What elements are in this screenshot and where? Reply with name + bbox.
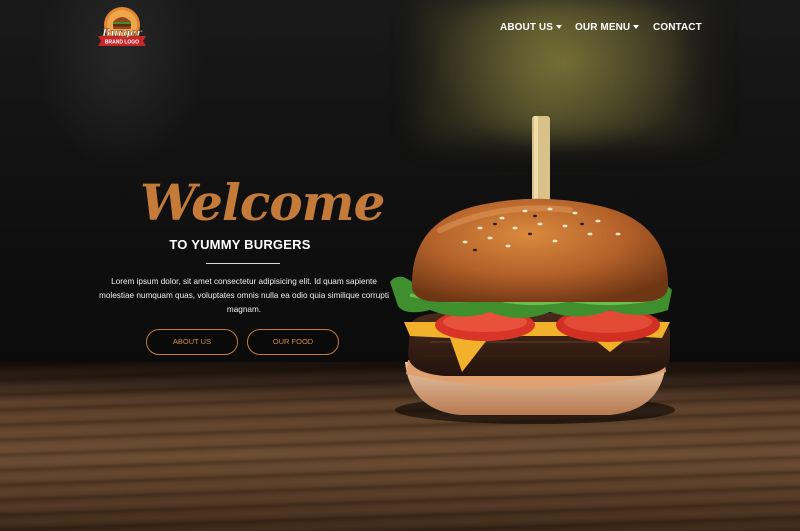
- nav-our-menu[interactable]: OUR MENU: [575, 21, 640, 35]
- chevron-down-icon: [633, 25, 640, 30]
- nav-about-us-label: ABOUT US: [500, 22, 554, 33]
- nav-contact[interactable]: CONTACT: [653, 21, 702, 35]
- nav-our-menu-label: OUR MENU: [575, 22, 631, 33]
- burger-image: [390, 116, 675, 424]
- nav-about-us[interactable]: ABOUT US: [500, 21, 563, 35]
- hero-subtitle: TO YUMMY BURGERS: [169, 237, 311, 252]
- brand-logo[interactable]: BRAND LOGO Burger: [96, 6, 148, 50]
- our-food-button[interactable]: OUR FOOD: [247, 329, 339, 355]
- hero-body-text: Lorem ipsum dolor, sit amet consectetur …: [99, 277, 389, 314]
- hero-divider: [206, 263, 280, 264]
- logo-text: Burger: [101, 28, 142, 39]
- hero-title: Welcome: [140, 173, 385, 232]
- about-us-button[interactable]: ABOUT US: [146, 329, 238, 355]
- chevron-down-icon: [556, 25, 563, 30]
- logo-tagline: BRAND LOGO: [105, 40, 139, 46]
- nav-contact-label: CONTACT: [653, 22, 702, 33]
- burger-logo-icon: BRAND LOGO Burger: [98, 7, 146, 46]
